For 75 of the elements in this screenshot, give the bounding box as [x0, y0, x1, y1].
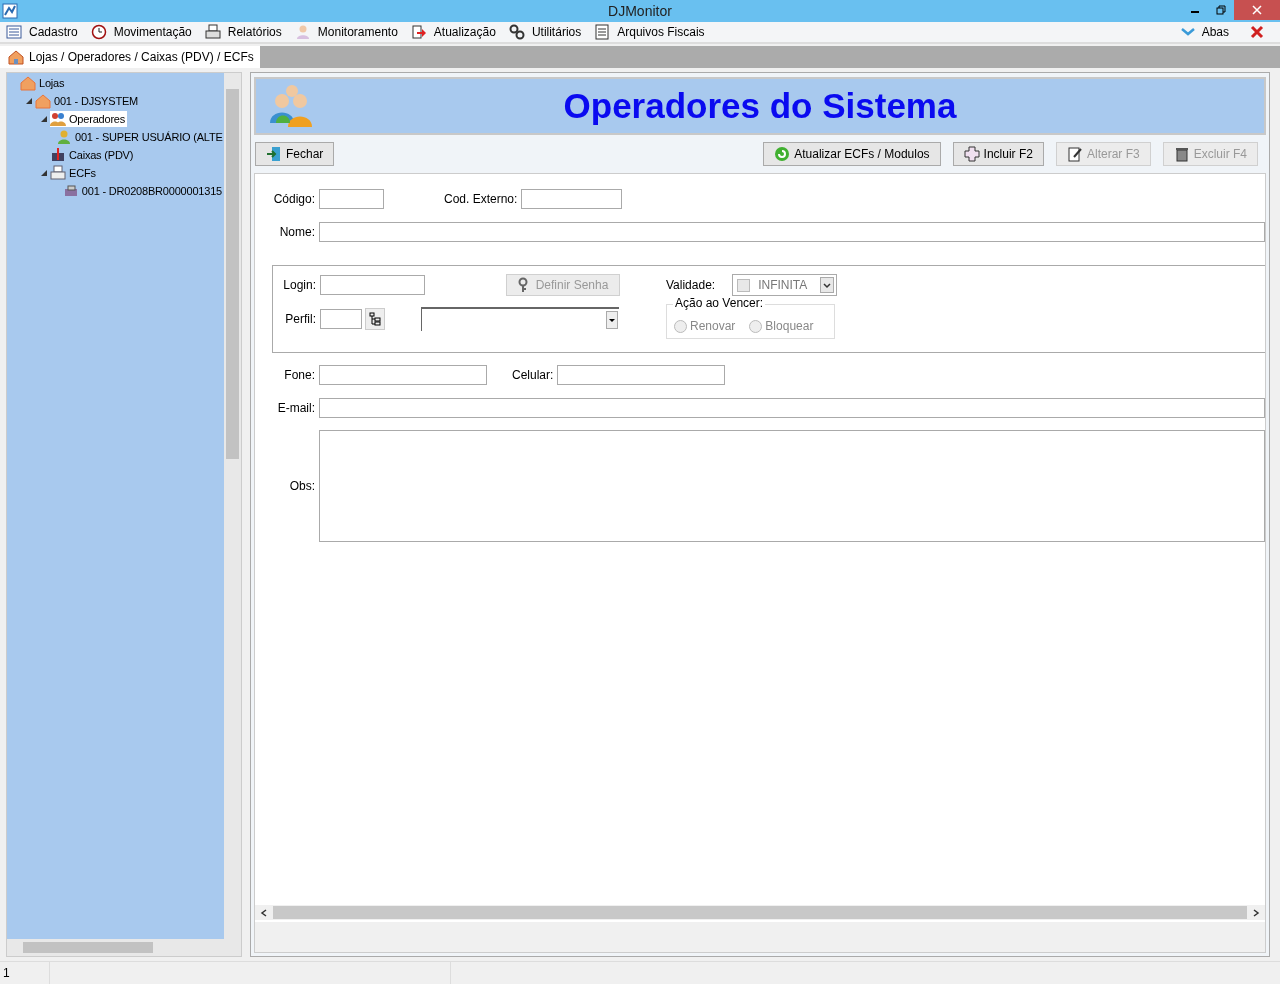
menu-item[interactable]: Cadastro [6, 24, 78, 40]
mobile-field[interactable] [557, 365, 726, 385]
close-button[interactable] [1234, 0, 1280, 20]
printer-icon [50, 165, 66, 181]
field-label: Perfil: [284, 312, 317, 326]
edit-icon [1066, 146, 1083, 162]
tree-item[interactable]: Caixas (PDV) [50, 147, 136, 163]
field-label: Celular: [512, 368, 554, 382]
menu-item[interactable]: Utilitários [508, 24, 582, 40]
tab[interactable]: Lojas / Operadores / Caixas (PDV) / ECFs [0, 46, 260, 68]
horizontal-scrollbar[interactable] [255, 905, 1265, 920]
refresh-icon [774, 146, 791, 162]
plus-icon [963, 146, 980, 162]
status-text: 1 [0, 962, 50, 984]
phone-field[interactable] [319, 365, 487, 385]
tree-item[interactable]: Lojas [20, 75, 67, 91]
group-title: Ação ao Vencer: [673, 296, 766, 310]
printer-icon [62, 183, 79, 199]
window-title: DJMonitor [607, 3, 673, 19]
field-label: Obs: [288, 479, 316, 493]
scroll-right-icon [1252, 908, 1260, 917]
vertical-scrollbar[interactable] [224, 73, 241, 939]
exit-icon [266, 146, 282, 162]
tree-item[interactable]: 001 - DR0208BR0000001315 [62, 183, 224, 199]
scroll-left-icon [260, 908, 268, 917]
tree-item[interactable]: 001 - SUPER USUÁRIO (ALTE [56, 129, 224, 145]
menu-item[interactable]: Arquivos Fiscais [594, 24, 705, 40]
close-icon [1252, 5, 1262, 15]
code-field[interactable] [319, 189, 384, 209]
menu-item[interactable]: Atualização [410, 24, 496, 40]
person-icon [56, 129, 72, 145]
toolbar-button[interactable]: Atualizar ECFs / Modulos [763, 142, 941, 166]
cash-register-icon [50, 147, 66, 163]
trash-icon [1173, 146, 1190, 162]
tree-list-icon [369, 312, 381, 326]
people-icon [270, 83, 314, 129]
field-label: Login: [282, 278, 317, 292]
field-label: E-mail: [276, 401, 316, 415]
external-code-field[interactable] [521, 189, 623, 209]
menu-item[interactable]: Relatórios [204, 24, 282, 40]
house-icon [8, 49, 24, 65]
menu-item[interactable]: Movimentação [90, 24, 192, 40]
menu-item[interactable]: Monitoramento [294, 24, 398, 40]
lookup-button[interactable] [365, 308, 385, 330]
app-icon [2, 3, 18, 19]
login-field[interactable] [320, 275, 425, 295]
close-icon[interactable] [1250, 25, 1264, 39]
restore-icon [1216, 5, 1226, 15]
tree-item[interactable]: Operadores [50, 111, 128, 127]
tree-item[interactable]: ECFs [50, 165, 98, 181]
house-icon [20, 75, 36, 91]
gears-icon [508, 24, 525, 40]
field-label: Fone: [283, 368, 316, 382]
name-field[interactable] [319, 222, 1265, 242]
expand-icon[interactable] [26, 98, 32, 104]
tabs-menu-button[interactable]: Abas [1180, 25, 1229, 39]
field-label: Cod. Externo: [444, 192, 518, 206]
people-icon [50, 111, 66, 127]
field-label: Código: [272, 192, 316, 206]
expand-icon[interactable] [41, 170, 47, 176]
horizontal-scrollbar[interactable] [7, 939, 241, 956]
expand-icon[interactable] [41, 116, 47, 122]
house-icon [35, 93, 51, 109]
notes-field[interactable] [319, 430, 1265, 542]
profile-dropdown[interactable] [421, 307, 619, 331]
close-form-button[interactable]: Fechar [255, 142, 335, 166]
field-label: Validade: [666, 278, 716, 292]
person-icon [294, 24, 311, 40]
profile-code-field[interactable] [320, 309, 362, 329]
toolbar-button[interactable]: Incluir F2 [952, 142, 1044, 166]
page-title: Operadores do Sistema [562, 86, 958, 126]
field-label: Nome: [278, 225, 316, 239]
tree-item[interactable]: 001 - DJSYSTEM [35, 93, 140, 109]
chevron-down-icon [1180, 26, 1195, 38]
email-field[interactable] [319, 398, 1265, 418]
